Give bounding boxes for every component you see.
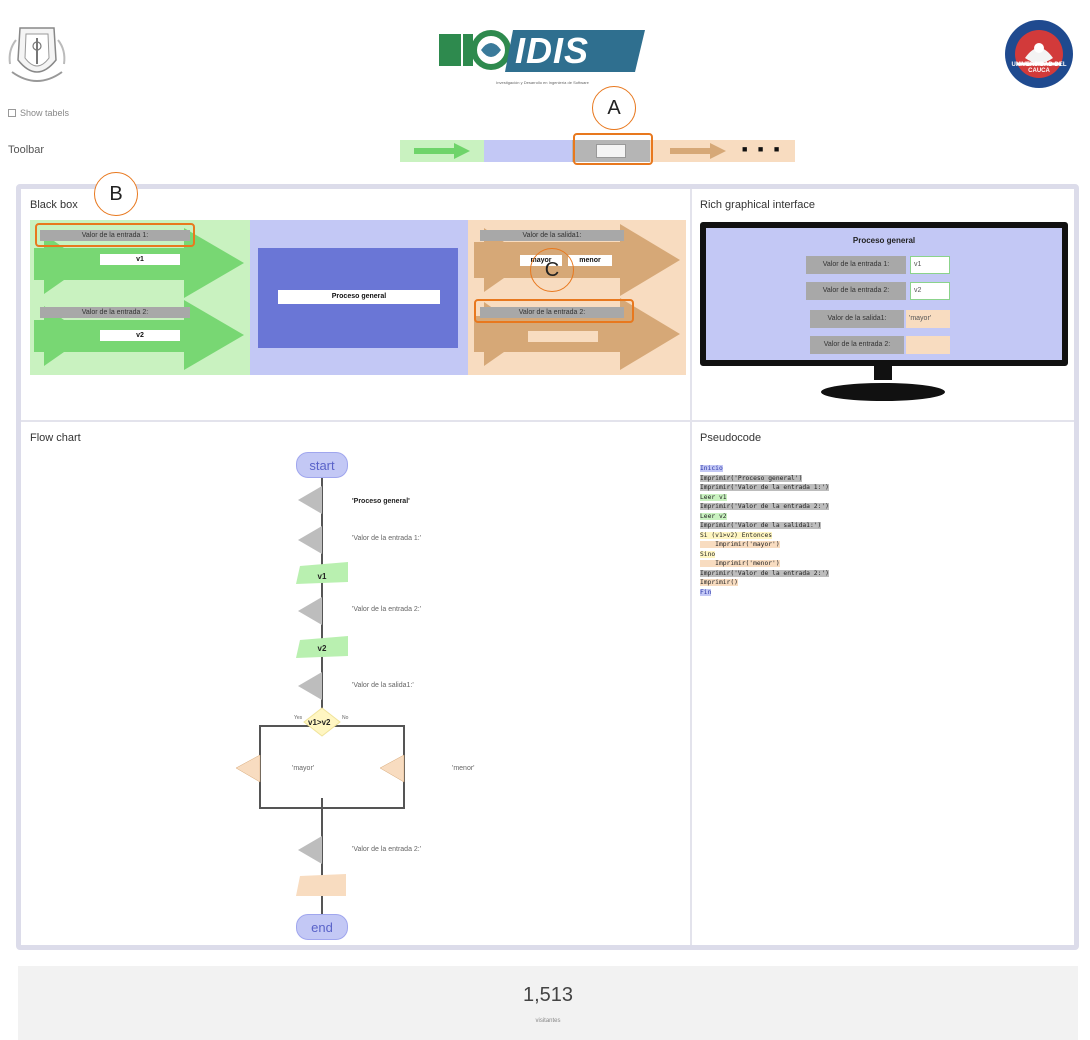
green-arrow-icon [414, 143, 470, 159]
pseudocode-line-1: Inicio [700, 465, 723, 472]
black-box-process: Proceso general [250, 220, 468, 375]
show-tabs-toggle[interactable]: Show tabels [8, 108, 69, 118]
callout-b-label: B [109, 182, 123, 205]
show-tabs-label: Show tabels [20, 108, 70, 118]
university-seal-logo [1005, 20, 1073, 88]
output-1-label: Valor de la salida1: [480, 230, 624, 241]
callout-b-circle: B [94, 172, 138, 216]
flow-input-1: v1 [317, 572, 327, 581]
gui-row-3-output: 'mayor' [906, 310, 950, 328]
flow-chart-diagram [235, 478, 405, 920]
callout-c-label: C [544, 258, 560, 281]
toolbar-label: Toolbar [8, 144, 45, 156]
flow-branch-yes-output: 'mayor' [292, 765, 315, 772]
pseudocode-title: Pseudocode [700, 432, 762, 444]
flow-yes-label: Yes [294, 715, 303, 721]
callout-b-highlight [35, 223, 195, 247]
flow-no-label: No [342, 715, 349, 721]
idis-logo-text: IDIS [515, 30, 590, 71]
gui-row-3-label: Valor de la salida1: [810, 310, 904, 328]
orange-arrow-icon [670, 143, 726, 159]
toolbar-process-block[interactable] [484, 140, 572, 162]
pseudocode-line-11: Imprimir('menor') [700, 560, 780, 567]
flow-output-3: 'Valor de la entrada 2:' [352, 606, 422, 613]
process-label: Proceso general [278, 290, 440, 304]
monitor-stand-icon [821, 364, 945, 401]
panel-divider-horizontal [21, 420, 1074, 422]
show-tabs-checkbox[interactable] [8, 109, 16, 117]
idis-tagline: Investigación y Desarrollo en Ingeniería… [496, 80, 589, 85]
pseudocode-line-3: Imprimir('Valor de la entrada 1:') [700, 484, 829, 491]
university-crest-logo [8, 27, 66, 82]
input-2-label: Valor de la entrada 2: [40, 307, 190, 318]
pseudocode-line-6: Leer v2 [700, 512, 727, 520]
visitor-count: 1,513 [522, 984, 574, 1006]
pseudocode-line-8: Si (v1>v2) Entonces [700, 531, 773, 539]
output-2-value [528, 331, 598, 342]
pseudocode-line-12: Imprimir('Valor de la entrada 2:') [700, 569, 829, 577]
flow-decision: v1>v2 [308, 718, 331, 727]
callout-c-circle: C [530, 248, 574, 292]
flow-output-4: 'Valor de la salida1:' [352, 682, 414, 689]
more-icon[interactable]: ■ ■ ■ [742, 144, 783, 154]
visitor-counter: 1,513 visitantes [18, 966, 1078, 1040]
flow-output-2: 'Valor de la entrada 1:' [352, 535, 422, 542]
pseudocode-line-9: Imprimir('mayor') [700, 541, 780, 548]
pseudocode-block: Inicio Imprimir('Proceso general') Impri… [700, 464, 1070, 597]
flow-chart-title: Flow chart [30, 432, 81, 444]
visitor-count-label: visitantes [535, 1018, 561, 1024]
callout-c-highlight [474, 299, 634, 323]
pseudocode-line-4: Leer v1 [700, 493, 727, 501]
panel-divider-vertical [690, 189, 692, 945]
flow-output-1: 'Proceso general' [352, 498, 410, 505]
flow-branch-no-output: 'menor' [452, 765, 475, 772]
black-box-outputs: Valor de la salida1: mayor menor Valor d… [468, 220, 686, 375]
gui-row-4-label: Valor de la entrada 2: [810, 336, 904, 354]
gui-row-1-input[interactable]: v1 [910, 256, 950, 274]
gui-row-2-label: Valor de la entrada 2: [806, 282, 906, 300]
toolbar-output-block[interactable]: ■ ■ ■ [650, 140, 795, 162]
seal-text: UNIVERSIDAD DEL CAUCA [1011, 62, 1067, 74]
idis-logo: IDIS Investigación y Desarrollo en Ingen… [435, 20, 650, 92]
monitor-screen: Proceso general Valor de la entrada 1: v… [700, 222, 1068, 366]
callout-a-circle: A [592, 86, 636, 130]
input-2-var[interactable]: v2 [100, 330, 180, 341]
output-1-value-b: menor [568, 255, 612, 266]
pseudocode-line-7: Imprimir('Valor de la salida1:') [700, 522, 822, 529]
pseudocode-line-10: Sino [700, 550, 716, 558]
pseudocode-line-2: Imprimir('Proceso general') [700, 474, 803, 482]
flow-output-5: 'Valor de la entrada 2:' [352, 846, 422, 853]
flow-end[interactable]: end [296, 914, 348, 940]
flow-input-2: v2 [317, 644, 327, 653]
gui-row-4-output [906, 336, 950, 354]
pseudocode-line-14: Fin [700, 588, 712, 596]
black-box-title: Black box [30, 199, 78, 211]
toolbar-input-block[interactable] [400, 140, 484, 162]
gui-header: Proceso general [852, 236, 916, 245]
pseudocode-line-5: Imprimir('Valor de la entrada 2:') [700, 503, 829, 510]
rich-gui-title: Rich graphical interface [700, 199, 815, 211]
callout-a-label: A [607, 96, 621, 119]
gui-row-1-label: Valor de la entrada 1: [806, 256, 906, 274]
pseudocode-line-13: Imprimir() [700, 579, 738, 586]
callout-a-highlight [573, 133, 653, 165]
gui-row-2-input[interactable]: v2 [910, 282, 950, 300]
flow-start[interactable]: start [296, 452, 348, 478]
input-1-var[interactable]: v1 [100, 254, 180, 265]
